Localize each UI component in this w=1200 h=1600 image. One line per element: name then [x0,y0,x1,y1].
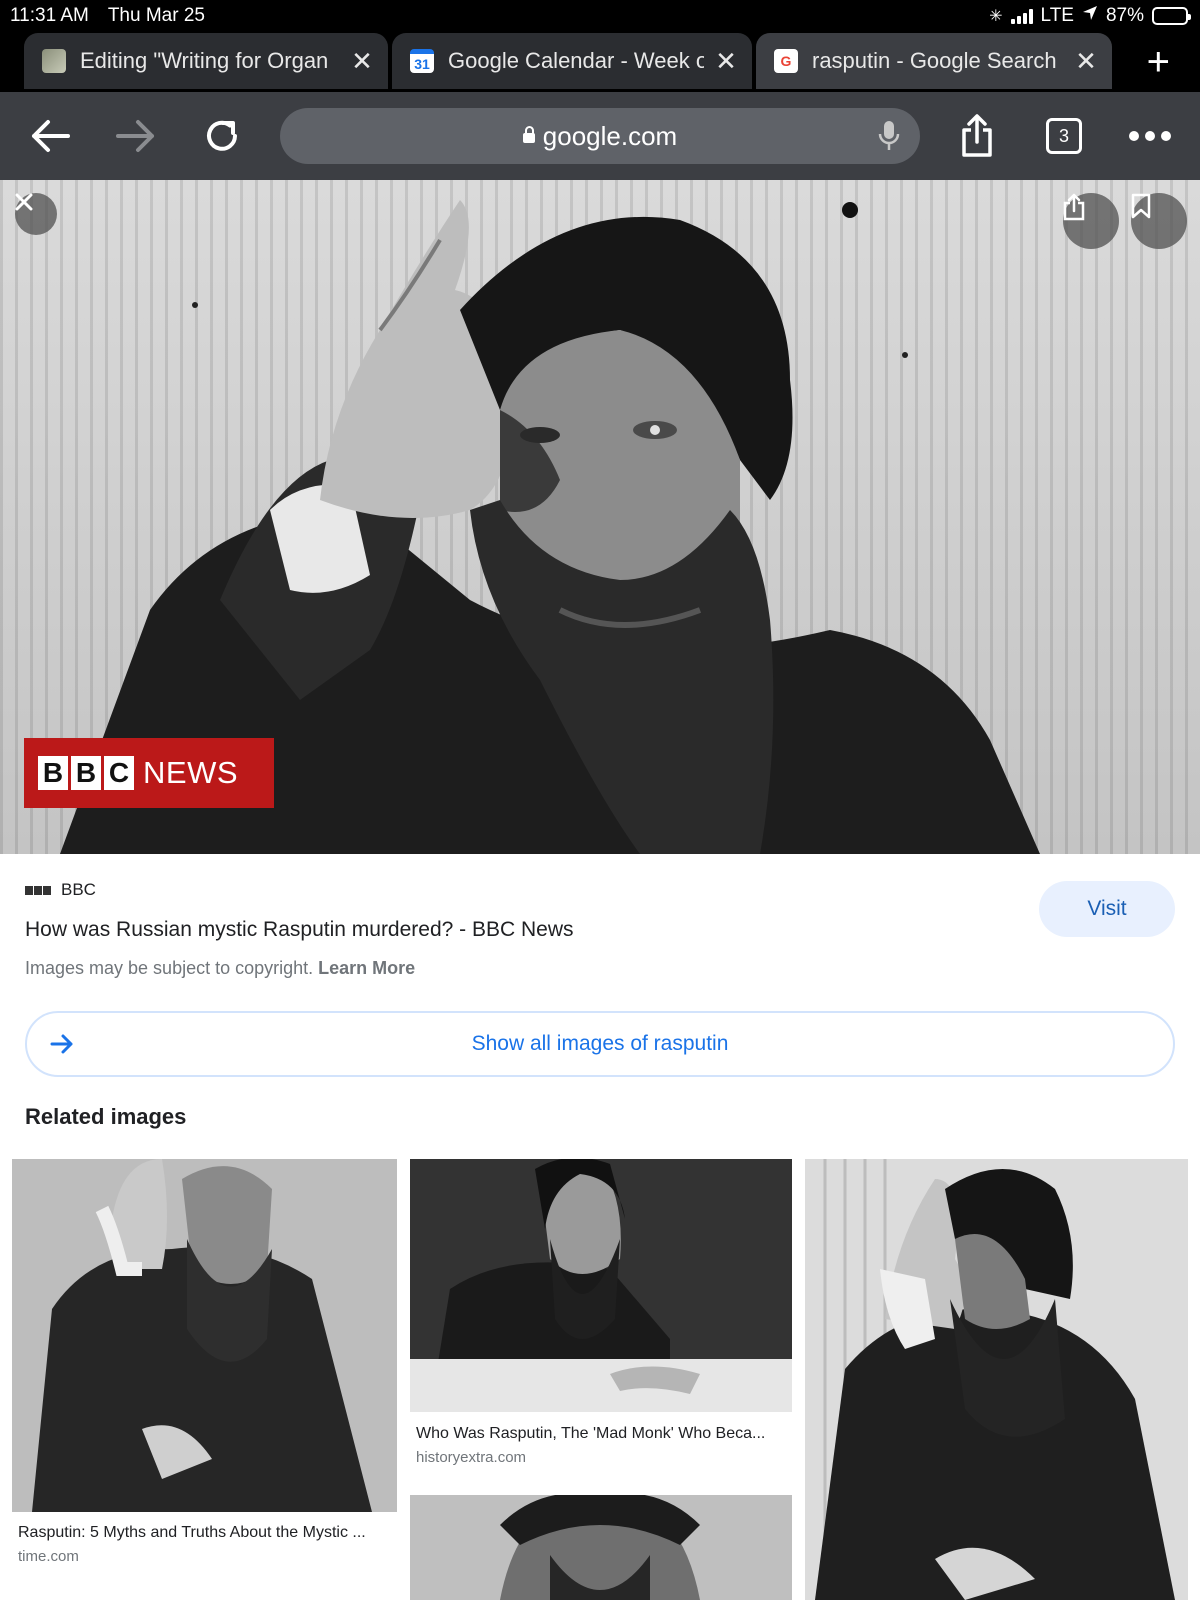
google-favicon-icon: G [774,49,798,73]
share-icon [962,114,992,157]
source-row[interactable]: BBC [25,880,96,900]
loading-spinner-icon: ✳ [989,8,1003,25]
more-dots-icon [1129,131,1171,141]
rasputin-thumbnail [805,1159,1188,1600]
learn-more-link[interactable]: Learn More [318,958,415,978]
rasputin-thumbnail [410,1495,792,1600]
back-button[interactable] [26,112,74,160]
tab-google-search[interactable]: G rasputin - Google Search ✕ [756,33,1112,89]
browser-toolbar: google.com 3 [0,92,1200,180]
close-tab-icon[interactable]: ✕ [350,46,374,77]
microphone-icon[interactable] [878,120,900,159]
rasputin-thumbnail [32,1159,372,1512]
tab-strip: Editing "Writing for Organ ✕ 31 Google C… [0,30,1200,92]
status-date: Thu Mar 25 [107,5,205,26]
address-bar[interactable]: google.com [280,108,920,164]
arrow-right-icon [49,1031,75,1063]
related-domain-1: time.com [18,1548,79,1565]
related-images-heading: Related images [25,1104,187,1129]
image-favicon-icon [42,49,66,73]
url-text: google.com [542,120,678,151]
show-all-label: Show all images of rasputin [471,1032,729,1055]
tab-title: rasputin - Google Search [812,48,1057,73]
related-image-2[interactable] [410,1159,792,1412]
tab-editing[interactable]: Editing "Writing for Organ ✕ [24,33,388,89]
back-arrow-icon [32,120,70,152]
bookmark-icon [1131,193,1151,219]
visit-button[interactable]: Visit [1039,881,1175,937]
related-image-1[interactable] [12,1159,397,1512]
close-icon [15,193,33,211]
result-title[interactable]: How was Russian mystic Rasputin murdered… [25,918,574,942]
new-tab-plus-icon[interactable]: + [1147,40,1170,85]
share-icon [1063,193,1085,221]
save-image-button[interactable] [1131,193,1187,249]
share-button[interactable] [953,112,1001,160]
source-name: BBC [61,880,96,899]
reload-button[interactable] [198,112,246,160]
copyright-text: Images may be subject to copyright. [25,958,314,978]
tab-title: Editing "Writing for Organ [80,48,329,73]
battery-percent: 87% [1105,5,1144,26]
forward-arrow-icon [116,120,154,152]
battery-icon [1152,7,1191,25]
bbc-favicon-icon [25,885,51,895]
status-bar: 11:31 AM Thu Mar 25 ✳ LTE 87% [0,0,1200,30]
show-all-images-button[interactable]: Show all images of rasputin [25,1011,1175,1077]
tab-title: Google Calendar - Week of [448,48,704,73]
related-domain-2: historyextra.com [416,1449,527,1466]
tab-count: 3 [1046,118,1082,154]
rasputin-thumbnail [410,1159,792,1412]
signal-icon [1010,8,1033,24]
lock-icon [522,126,535,143]
tab-switcher-button[interactable]: 3 [1040,112,1088,160]
copyright-notice: Images may be subject to copyright. Lear… [25,958,415,979]
related-image-4[interactable] [410,1495,792,1600]
image-preview[interactable]: B B C NEWS [0,180,1200,854]
location-arrow-icon [1082,5,1098,27]
close-viewer-button[interactable] [15,193,57,235]
more-menu-button[interactable] [1126,112,1174,160]
status-time: 11:31 AM [10,5,89,26]
calendar-favicon-icon: 31 [410,49,434,73]
network-label: LTE [1040,5,1074,26]
tab-calendar[interactable]: 31 Google Calendar - Week of ✕ [392,33,752,89]
bbc-news-logo: B B C NEWS [24,738,274,808]
share-image-button[interactable] [1063,193,1119,249]
related-caption-2[interactable]: Who Was Rasputin, The 'Mad Monk' Who Bec… [416,1425,786,1443]
close-tab-icon[interactable]: ✕ [1074,46,1098,77]
close-tab-icon[interactable]: ✕ [714,46,738,77]
reload-icon [207,120,237,151]
forward-button[interactable] [112,112,160,160]
related-image-3[interactable] [805,1159,1188,1600]
related-caption-1[interactable]: Rasputin: 5 Myths and Truths About the M… [18,1524,388,1542]
